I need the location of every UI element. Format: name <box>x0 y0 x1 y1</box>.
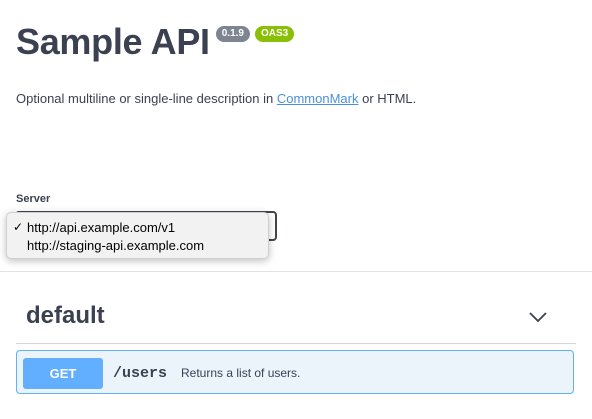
oas-badge: OAS3 <box>255 26 295 42</box>
server-option-production[interactable]: ✓ http://api.example.com/v1 <box>13 218 175 236</box>
server-option-label: http://staging-api.example.com <box>27 237 205 253</box>
server-option-label: http://api.example.com/v1 <box>27 219 176 235</box>
api-info-header: Sample API 0.1.9 OAS3 <box>16 20 295 64</box>
operation-path: /users <box>113 365 168 382</box>
operation-summary: Returns a list of users. <box>181 366 301 380</box>
server-label: Server <box>16 193 51 205</box>
description-suffix: or HTML. <box>358 91 417 106</box>
commonmark-link[interactable]: CommonMark <box>277 91 359 106</box>
api-description: Optional multiline or single-line descri… <box>16 91 416 106</box>
server-option-staging[interactable]: http://staging-api.example.com <box>13 236 204 254</box>
version-badge: 0.1.9 <box>215 26 250 42</box>
description-prefix: Optional multiline or single-line descri… <box>16 91 277 106</box>
api-title: Sample API <box>16 21 210 62</box>
server-dropdown-menu: ✓ http://api.example.com/v1 http://stagi… <box>6 212 269 259</box>
section-divider <box>0 271 592 272</box>
tag-default-heading[interactable]: default <box>26 302 105 330</box>
checkmark-icon: ✓ <box>13 220 24 234</box>
chevron-down-icon[interactable] <box>528 310 548 324</box>
operation-get-users[interactable]: GET /users Returns a list of users. <box>16 350 574 394</box>
tag-underline <box>16 343 576 344</box>
api-badges: 0.1.9 OAS3 <box>215 26 295 42</box>
method-badge-get: GET <box>23 358 103 389</box>
